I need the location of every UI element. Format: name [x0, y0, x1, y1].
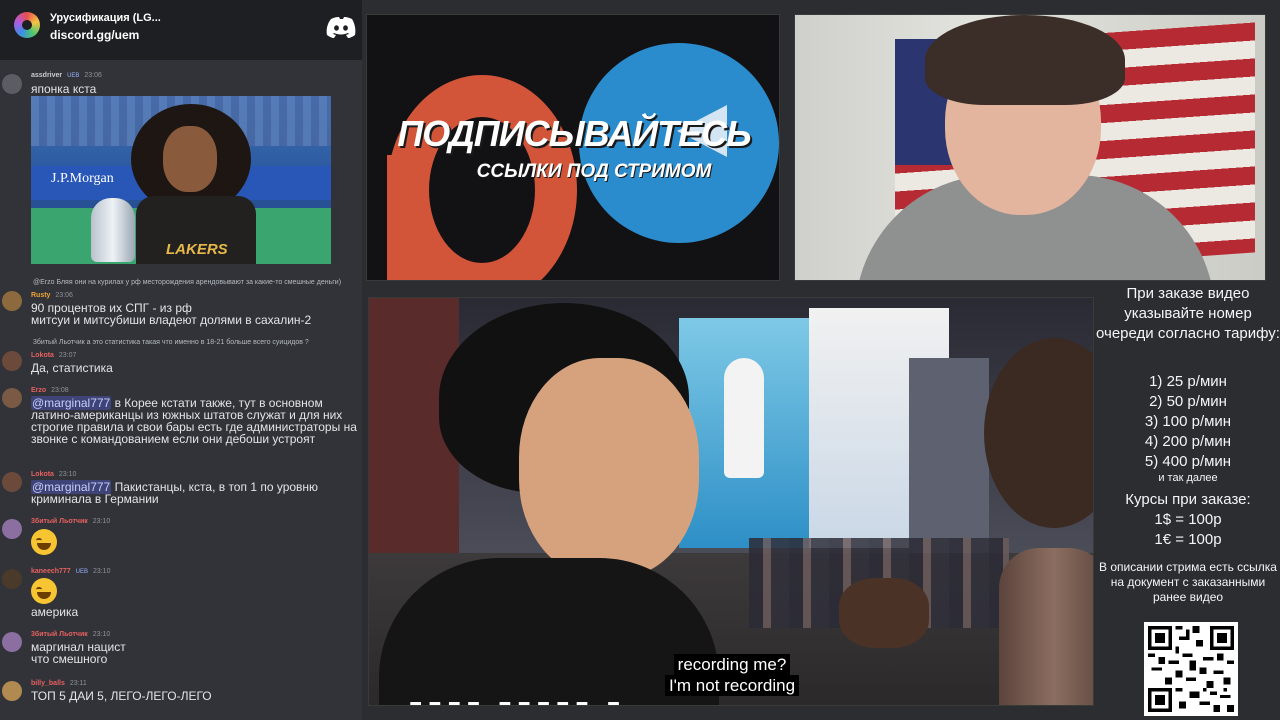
timestamp: 23:10 [92, 568, 111, 575]
message-text: америка [31, 605, 79, 619]
order-instructions: При заказе видео указывайте номер очеред… [1096, 285, 1280, 342]
tariff-item: 1) 25 р/мин [1149, 373, 1227, 390]
reply-preview[interactable]: 3битый Льотчик а это статистика такая чт… [33, 339, 309, 346]
rates-title: Курсы при заказе: [1125, 491, 1251, 508]
avatar [2, 632, 22, 652]
description-note: В описании стрима есть ссылка на докумен… [1099, 560, 1277, 604]
username-line: Erzo 23:08 [31, 387, 69, 394]
username[interactable]: billy_balls [31, 680, 65, 687]
promo-title: ПОДПИСЫВАЙТЕСЬ [397, 113, 751, 154]
tariff-list: 1) 25 р/мин 2) 50 р/мин 3) 100 р/мин 4) … [1096, 372, 1280, 485]
message-text: ТОП 5 ДАИ 5, ЛЕГО-ЛЕГО-ЛЕГО [31, 689, 212, 703]
subtitle-line-2: I'm not recording [664, 675, 800, 696]
username-line: 3битый Льотчик 23:10 [31, 518, 110, 525]
image-brand-text: J.P.Morgan [51, 171, 114, 186]
image-shirt-text: LAKERS [166, 241, 228, 258]
chat-panel: Урусификация (LG... discord.gg/uem assdr… [0, 0, 362, 720]
username[interactable]: Lokota [31, 471, 54, 478]
avatar [2, 74, 22, 94]
rates-list: 1$ = 100р 1€ = 100р [1096, 510, 1280, 550]
avatar [2, 351, 22, 371]
avatar [2, 472, 22, 492]
trophy [91, 198, 135, 262]
user-badge: UEB [67, 73, 80, 79]
tariff-etc: и так далее [1158, 472, 1218, 484]
discord-icon [326, 17, 356, 38]
username-line: Lokota 23:07 [31, 352, 76, 359]
message-text: маргинал нацист что смешного [31, 640, 126, 666]
user-badge: UEB [75, 569, 88, 575]
avatar [2, 681, 22, 701]
server-name: Урусификация (LG... [50, 12, 161, 24]
username-line: Rusty 23:06 [31, 292, 73, 299]
timestamp: 23:10 [58, 471, 77, 478]
username[interactable]: Rusty [31, 292, 50, 299]
tariff-item: 4) 200 р/мин [1144, 433, 1232, 450]
laughing-emoji-icon [31, 529, 57, 555]
username-line: assdriver UEB 23:06 [31, 72, 102, 79]
username[interactable]: Lokota [31, 352, 54, 359]
timestamp: 23:06 [55, 292, 73, 299]
rate-item: 1€ = 100р [1154, 531, 1222, 548]
subtitle-line-1: recording me? [673, 654, 791, 675]
username[interactable]: 3битый Льотчик [31, 518, 88, 525]
username[interactable]: Erzo [31, 387, 46, 394]
avatar [2, 569, 22, 589]
streamer-webcam [794, 14, 1266, 281]
video-subtitles: recording me? I'm not recording [519, 654, 945, 696]
chat-image-attachment[interactable]: J.P.Morgan LAKERS [31, 96, 331, 264]
timestamp: 23:11 [69, 680, 87, 687]
avatar [2, 388, 22, 408]
username-line: Lokota 23:10 [31, 471, 76, 478]
message-text: @marginal777 в Корее кстати также, тут в… [31, 396, 359, 445]
tariff-item: 5) 400 р/мин [1144, 453, 1232, 470]
username[interactable]: assdriver [31, 72, 62, 79]
username-line: 3битый Льотчик 23:10 [31, 631, 110, 638]
qr-code-icon[interactable] [1144, 622, 1238, 716]
chat-header: Урусификация (LG... discord.gg/uem [0, 0, 362, 60]
username[interactable]: kaneech777 [31, 568, 71, 575]
tariff-item: 2) 50 р/мин [1149, 393, 1227, 410]
timestamp: 23:08 [51, 387, 69, 394]
video-player[interactable]: ■■■■ ■■■■■ ■ recording me? I'm not recor… [368, 297, 1094, 706]
laughing-emoji-icon [31, 578, 57, 604]
username-line: billy_balls 23:11 [31, 680, 87, 687]
rate-item: 1$ = 100р [1154, 511, 1222, 528]
message-text: Да, статистика [31, 361, 113, 375]
promo-subtitle: ССЫЛКИ ПОД СТРИМОМ [476, 161, 712, 182]
timestamp: 23:10 [92, 631, 111, 638]
tariff-item: 3) 100 р/мин [1144, 413, 1232, 430]
timestamp: 23:10 [92, 518, 111, 525]
server-invite[interactable]: discord.gg/uem [50, 28, 139, 42]
server-icon [14, 12, 40, 38]
timestamp: 23:07 [58, 352, 77, 359]
reply-preview[interactable]: @Erzo Бляя они на курилах у рф месторожд… [33, 279, 341, 286]
promo-banner: ПОДПИСЫВАЙТЕСЬ ССЫЛКИ ПОД СТРИМОМ [366, 14, 780, 281]
avatar [2, 519, 22, 539]
timestamp: 23:06 [84, 72, 102, 79]
username[interactable]: 3битый Льотчик [31, 631, 88, 638]
avatar [2, 291, 22, 311]
message-text: японка кста [31, 82, 97, 96]
message-text: @marginal777 Пакистанцы, кста, в топ 1 п… [31, 480, 359, 505]
username-line: kaneech777 UEB 23:10 [31, 568, 110, 575]
message-text: 90 процентов их СПГ - из рф митсуи и мит… [31, 301, 312, 327]
